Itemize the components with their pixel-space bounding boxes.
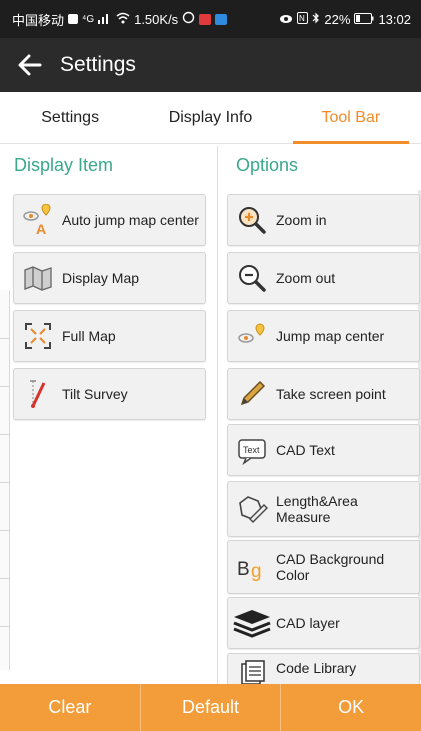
option-cad-background-color[interactable]: Bg CAD Background Color — [227, 540, 420, 594]
display-item-tilt-survey[interactable]: Tilt Survey — [13, 368, 206, 420]
options-header: Options — [236, 155, 299, 175]
option-label: Zoom in — [276, 212, 327, 228]
display-item-auto-jump[interactable]: A Auto jump map center — [13, 194, 206, 246]
back-button[interactable] — [8, 43, 52, 87]
battery-icon — [354, 12, 374, 27]
display-item-display-map[interactable]: Display Map — [13, 252, 206, 304]
app-bar: Settings — [0, 38, 421, 92]
zoom-in-icon — [236, 204, 268, 236]
option-jump-map-center[interactable]: Jump map center — [227, 310, 420, 362]
code-library-icon — [236, 660, 268, 684]
speed-label: 1.50K/s — [134, 11, 179, 27]
auto-jump-icon: A — [22, 204, 54, 236]
option-zoom-out[interactable]: Zoom out — [227, 252, 420, 304]
svg-text:N: N — [299, 14, 305, 23]
option-label: Code Library — [276, 660, 357, 676]
edge-divider — [0, 434, 10, 435]
option-label: Zoom out — [276, 270, 336, 286]
tab-display-info[interactable]: Display Info — [140, 92, 280, 143]
option-label: CAD Background Color — [276, 551, 385, 583]
wifi-icon — [116, 12, 130, 27]
option-cad-text[interactable]: Text CAD Text — [227, 424, 420, 476]
text-icon: Text — [236, 434, 268, 466]
status-bar: 中国移动 ⁴G 1.50K/s N 22% 13:02 — [0, 0, 421, 38]
display-item-header: Display Item — [14, 155, 114, 175]
full-map-icon — [22, 320, 54, 352]
layers-icon — [232, 607, 272, 639]
hd-icon — [68, 14, 79, 24]
nfc-icon: N — [297, 11, 309, 27]
whatsapp-icon — [182, 11, 195, 27]
edge-divider — [0, 530, 10, 531]
svg-text:A: A — [36, 221, 46, 236]
tab-settings[interactable]: Settings — [0, 92, 140, 143]
option-code-library[interactable]: Code Library — [227, 653, 420, 687]
item-label: Tilt Survey — [62, 386, 128, 402]
edge-divider — [0, 626, 10, 627]
item-label: Display Map — [62, 270, 140, 286]
option-take-screen-point[interactable]: Take screen point — [227, 368, 420, 420]
pencil-icon — [236, 378, 268, 410]
option-label: Jump map center — [276, 328, 385, 344]
left-edge-strip — [0, 290, 10, 670]
jump-center-icon — [236, 320, 268, 352]
tab-bar: Settings Display Info Tool Bar — [0, 92, 421, 144]
default-button[interactable]: Default — [141, 684, 282, 731]
app-red-icon — [199, 13, 212, 25]
option-cad-layer[interactable]: CAD layer — [227, 597, 420, 649]
app-blue-icon — [215, 13, 228, 25]
option-label: CAD Text — [276, 442, 335, 458]
ok-button[interactable]: OK — [281, 684, 421, 731]
footer-bar: Clear Default OK — [0, 684, 421, 731]
carrier-label: 中国移动 — [12, 12, 65, 28]
option-zoom-in[interactable]: Zoom in — [227, 194, 420, 246]
edge-divider — [0, 578, 10, 579]
network-label: ⁴G — [82, 13, 95, 25]
back-arrow-icon — [18, 54, 42, 76]
item-label: Full Map — [62, 328, 116, 344]
clear-button[interactable]: Clear — [0, 684, 141, 731]
map-icon — [22, 262, 54, 294]
signal-icon — [98, 12, 112, 27]
bg-color-icon: Bg — [236, 551, 268, 583]
battery-percent: 22% — [324, 11, 351, 27]
edge-divider — [0, 386, 10, 387]
bluetooth-icon — [312, 12, 320, 27]
page-title: Settings — [60, 53, 136, 76]
zoom-out-icon — [236, 262, 268, 294]
measure-icon — [236, 493, 268, 525]
svg-text:Text: Text — [243, 445, 260, 455]
svg-text:B: B — [237, 559, 250, 580]
svg-text:g: g — [251, 561, 262, 582]
clock: 13:02 — [378, 11, 411, 27]
column-divider — [217, 146, 218, 684]
option-label: Length&Area Measure — [276, 493, 358, 525]
option-label: Take screen point — [276, 386, 386, 402]
edge-divider — [0, 482, 10, 483]
item-label: Auto jump map center — [62, 212, 199, 228]
display-item-full-map[interactable]: Full Map — [13, 310, 206, 362]
tilt-survey-icon — [22, 378, 54, 410]
edge-divider — [0, 338, 10, 339]
option-label: CAD layer — [276, 615, 340, 631]
eye-icon — [279, 12, 293, 27]
option-length-area-measure[interactable]: Length&Area Measure — [227, 481, 420, 537]
tab-tool-bar[interactable]: Tool Bar — [281, 92, 421, 144]
